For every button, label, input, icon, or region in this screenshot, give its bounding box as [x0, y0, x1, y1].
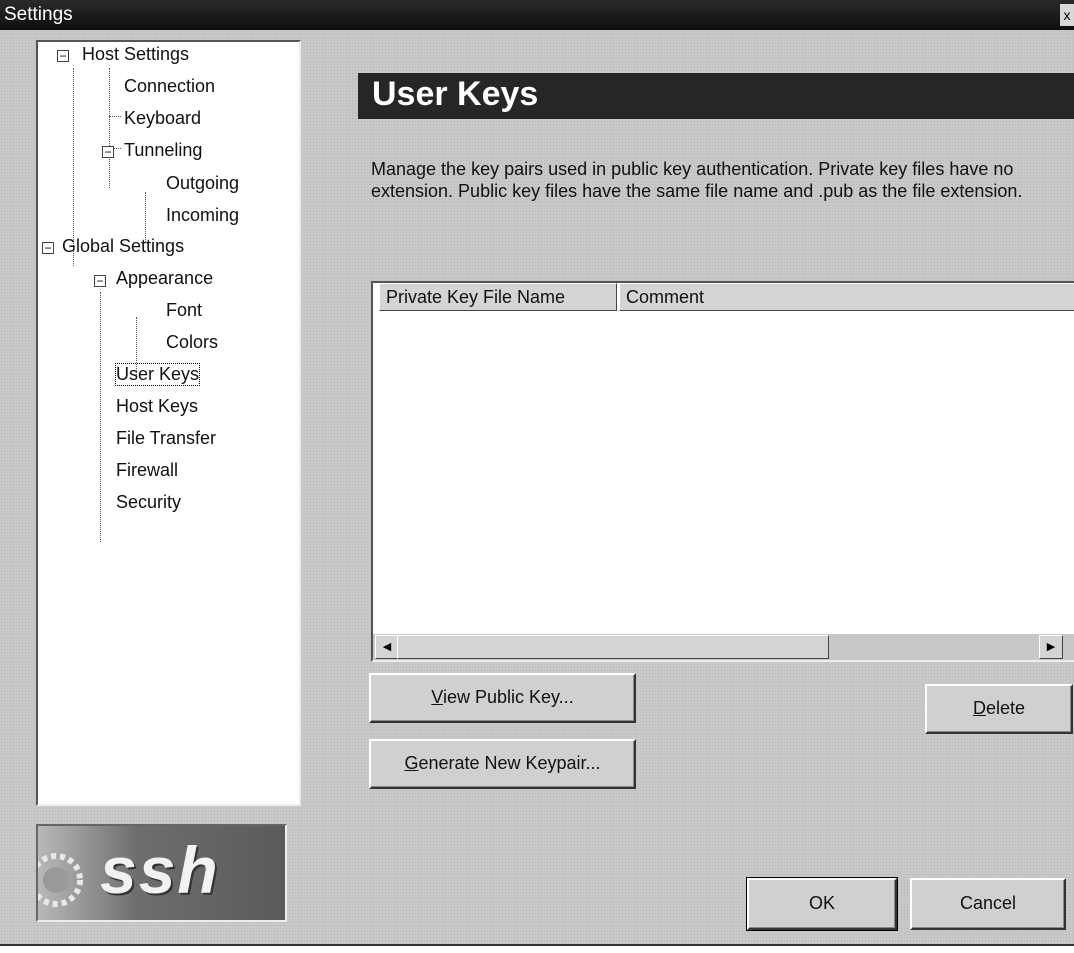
title-bar[interactable]: Settings x	[0, 0, 1074, 30]
generate-new-keypair-button[interactable]: Generate New Keypair...	[369, 739, 636, 789]
tree-item-file-transfer[interactable]: File Transfer	[116, 428, 216, 449]
tree-item-font[interactable]: Font	[166, 300, 202, 321]
collapse-icon[interactable]: −	[57, 50, 69, 62]
gear-icon	[38, 853, 83, 907]
settings-tree[interactable]: − Host Settings Connection Keyboard − Tu…	[36, 40, 301, 806]
scroll-right-button[interactable]: ▶	[1039, 635, 1063, 659]
settings-dialog: Settings x − Host Settings Connection Ke…	[0, 0, 1074, 946]
column-header-private-key-file-name[interactable]: Private Key File Name	[379, 283, 617, 311]
scroll-left-button[interactable]: ◀	[375, 635, 399, 659]
tree-item-incoming[interactable]: Incoming	[166, 205, 239, 226]
panel-title: User Keys	[372, 75, 539, 113]
scroll-thumb[interactable]	[397, 635, 829, 659]
tree-item-security[interactable]: Security	[116, 492, 181, 513]
horizontal-scrollbar[interactable]: ◀ ▶	[373, 634, 1074, 660]
generate-keypair-mnemonic: G	[404, 753, 419, 773]
tree-connector	[109, 116, 121, 117]
view-public-key-label: iew Public Key...	[442, 687, 574, 707]
panel-header: User Keys	[358, 73, 1074, 119]
logo-text: ssh	[100, 833, 220, 907]
tree-item-user-keys[interactable]: User Keys	[114, 363, 201, 386]
delete-label: elete	[985, 698, 1026, 718]
collapse-icon[interactable]: −	[42, 242, 54, 254]
collapse-icon[interactable]: −	[94, 275, 106, 287]
user-keys-list[interactable]: Private Key File Name Comment ◀ ▶	[371, 281, 1074, 662]
view-public-key-button[interactable]: View Public Key...	[369, 673, 636, 723]
tree-item-firewall[interactable]: Firewall	[116, 460, 178, 481]
tree-item-host-settings[interactable]: Host Settings	[82, 44, 189, 65]
tree-connector	[100, 292, 101, 542]
delete-mnemonic: D	[972, 698, 986, 718]
tree-item-keyboard[interactable]: Keyboard	[124, 108, 201, 129]
close-icon[interactable]: x	[1060, 4, 1074, 26]
tree-item-outgoing[interactable]: Outgoing	[166, 173, 239, 194]
ssh-logo: ssh	[36, 824, 287, 922]
tree-item-global-settings[interactable]: Global Settings	[62, 236, 184, 257]
window-title: Settings	[4, 4, 73, 25]
tree-item-connection[interactable]: Connection	[124, 76, 215, 97]
generate-keypair-label: enerate New Keypair...	[418, 753, 601, 773]
column-header-comment[interactable]: Comment	[619, 283, 1074, 311]
tree-item-host-keys[interactable]: Host Keys	[116, 396, 198, 417]
tree-item-tunneling[interactable]: Tunneling	[124, 140, 202, 161]
view-public-key-mnemonic: V	[431, 687, 443, 707]
triangle-right-icon: ▶	[1046, 641, 1056, 653]
ok-button[interactable]: OK	[746, 877, 898, 931]
triangle-left-icon: ◀	[382, 641, 392, 653]
tree-connector	[145, 192, 146, 242]
tree-item-colors[interactable]: Colors	[166, 332, 218, 353]
tree-connector	[109, 68, 110, 188]
cancel-button[interactable]: Cancel	[910, 878, 1066, 930]
tree-item-appearance[interactable]: Appearance	[116, 268, 213, 289]
delete-button[interactable]: Delete	[925, 684, 1073, 734]
collapse-icon[interactable]: −	[102, 146, 114, 158]
panel-description: Manage the key pairs used in public key …	[371, 159, 1023, 201]
